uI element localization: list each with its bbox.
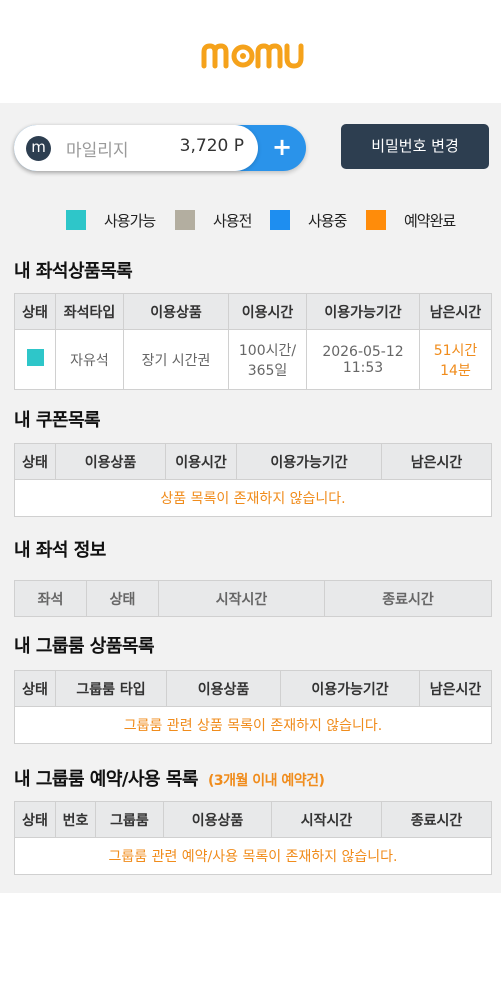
seat-products-table: 상태 좌석타입 이용상품 이용시간 이용가능기간 남은시간 자유석 장기 시간권…: [14, 293, 492, 390]
table-header-row: 상태 번호 그룹룸 이용상품 시작시간 종료시간: [14, 801, 492, 838]
col-header: 이용상품: [55, 443, 166, 480]
header: momu: [0, 0, 501, 103]
remaining-cell: 51시간 14분: [419, 329, 492, 390]
col-header: 좌석타입: [55, 293, 124, 330]
group-reservations-subtitle: (3개월 이내 예약건): [207, 773, 325, 789]
col-header: 종료시간: [381, 801, 492, 838]
group-reservations-table: 상태 번호 그룹룸 이용상품 시작시간 종료시간 그룹룸 관련 예약/사용 목록…: [14, 801, 492, 875]
table-row: 그룹룸 관련 예약/사용 목록이 존재하지 않습니다.: [14, 837, 492, 875]
product-cell: 장기 시간권: [123, 329, 229, 390]
col-header: 상태: [14, 443, 56, 480]
legend-label: 사용전: [213, 212, 252, 230]
col-header: 남은시간: [381, 443, 492, 480]
col-header: 시작시간: [271, 801, 382, 838]
seat-info-title: 내 좌석 정보: [14, 540, 106, 561]
col-header: 남은시간: [419, 670, 492, 707]
mileage-bar: m 마일리지 3,720 P +: [14, 125, 306, 171]
col-header: 상태: [14, 293, 56, 330]
seat-info-table: 좌석 상태 시작시간 종료시간: [14, 580, 492, 617]
col-header: 이용상품: [166, 670, 281, 707]
legend-label: 사용가능: [104, 212, 156, 230]
mileage-value: 3,720 P: [179, 136, 244, 156]
table-row: 그룹룸 관련 상품 목록이 존재하지 않습니다.: [14, 706, 492, 744]
col-header: 남은시간: [419, 293, 492, 330]
group-products-table: 상태 그룹룸 타입 이용상품 이용가능기간 남은시간 그룹룸 관련 상품 목록이…: [14, 670, 492, 744]
col-header: 상태: [14, 801, 56, 838]
legend-label: 예약완료: [404, 212, 456, 230]
col-header: 좌석: [14, 580, 87, 617]
table-header-row: 상태 좌석타입 이용상품 이용시간 이용가능기간 남은시간: [14, 293, 492, 330]
legend-swatch: [175, 210, 195, 230]
mileage-label: 마일리지: [66, 141, 129, 161]
coupons-title: 내 쿠폰목록: [14, 410, 101, 431]
coupons-table: 상태 이용상품 이용시간 이용가능기간 남은시간 상품 목록이 존재하지 않습니…: [14, 443, 492, 517]
col-header: 이용상품: [123, 293, 229, 330]
empty-message: 그룹룸 관련 예약/사용 목록이 존재하지 않습니다.: [14, 837, 492, 875]
empty-message: 상품 목록이 존재하지 않습니다.: [14, 479, 492, 517]
legend-label: 사용중: [308, 212, 347, 230]
table-header-row: 상태 이용상품 이용시간 이용가능기간 남은시간: [14, 443, 492, 480]
col-header: 번호: [55, 801, 96, 838]
add-mileage-button[interactable]: +: [258, 125, 306, 171]
legend-swatch: [366, 210, 386, 230]
col-header: 이용시간: [228, 293, 307, 330]
group-reservations-title: 내 그룹룸 예약/사용 목록 (3개월 이내 예약건): [14, 765, 325, 791]
period-cell: 2026-05-12 11:53: [306, 329, 420, 390]
group-products-title: 내 그룹룸 상품목록: [14, 636, 155, 657]
col-header: 이용가능기간: [306, 293, 420, 330]
momu-logo[interactable]: momu: [200, 40, 304, 70]
col-header: 이용가능기간: [236, 443, 382, 480]
main-content: m 마일리지 3,720 P + 비밀번호 변경 사용가능 사용전 사용중 예약…: [0, 103, 501, 893]
col-header: 그룹룸 타입: [55, 670, 167, 707]
time-cell: 100시간/365일: [228, 329, 307, 390]
status-available-icon: [26, 349, 44, 366]
seat-products-title: 내 좌석상품목록: [14, 261, 133, 282]
col-header: 상태: [86, 580, 159, 617]
col-header: 시작시간: [158, 580, 325, 617]
table-row[interactable]: 자유석 장기 시간권 100시간/365일 2026-05-12 11:53 51…: [14, 329, 492, 390]
legend-swatch: [270, 210, 290, 230]
status-cell: [14, 329, 56, 390]
table-header-row: 상태 그룹룸 타입 이용상품 이용가능기간 남은시간: [14, 670, 492, 707]
mileage-badge: m: [26, 136, 51, 161]
col-header: 이용상품: [163, 801, 272, 838]
table-row: 상품 목록이 존재하지 않습니다.: [14, 479, 492, 517]
col-header: 이용시간: [165, 443, 237, 480]
col-header: 그룹룸: [95, 801, 164, 838]
col-header: 종료시간: [324, 580, 492, 617]
seat-type-cell: 자유석: [55, 329, 124, 390]
table-header-row: 좌석 상태 시작시간 종료시간: [14, 580, 492, 617]
col-header: 이용가능기간: [280, 670, 420, 707]
col-header: 상태: [14, 670, 56, 707]
group-reservations-title-text: 내 그룹룸 예약/사용 목록: [14, 769, 198, 790]
change-password-button[interactable]: 비밀번호 변경: [341, 124, 489, 169]
empty-message: 그룹룸 관련 상품 목록이 존재하지 않습니다.: [14, 706, 492, 744]
mileage-display: m 마일리지 3,720 P: [14, 125, 258, 171]
legend-swatch: [66, 210, 86, 230]
